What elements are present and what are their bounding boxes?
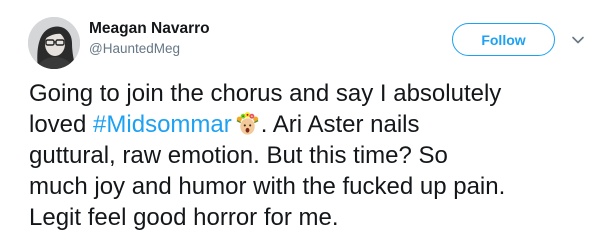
hashtag-link[interactable]: #Midsommar: [93, 111, 232, 138]
chevron-down-icon[interactable]: [571, 33, 585, 47]
tweet-line: Legit feel good horror for me.: [29, 204, 339, 231]
follow-button[interactable]: Follow: [452, 23, 555, 56]
tweet-text: Going to join the chorus and say I absol…: [29, 78, 604, 233]
tweet-line: much joy and humor with the fucked up pa…: [29, 173, 506, 200]
avatar[interactable]: [28, 17, 80, 69]
tweet-card: Meagan Navarro @HauntedMeg Follow Going …: [0, 0, 614, 249]
tweet-line: guttural, raw emotion. But this time? So: [29, 142, 448, 169]
flower-crown-emoji-icon: [236, 112, 259, 135]
tweet-line: loved #Midsommar . Ari Aster nails: [29, 109, 604, 140]
tweet-text-fragment: loved: [29, 111, 94, 138]
tweet-text-fragment: . Ari Aster nails: [260, 111, 420, 138]
user-display-name[interactable]: Meagan Navarro: [89, 20, 210, 38]
profile-photo-icon: [28, 17, 80, 69]
tweet-line: Going to join the chorus and say I absol…: [29, 80, 502, 107]
user-handle[interactable]: @HauntedMeg: [89, 41, 180, 56]
